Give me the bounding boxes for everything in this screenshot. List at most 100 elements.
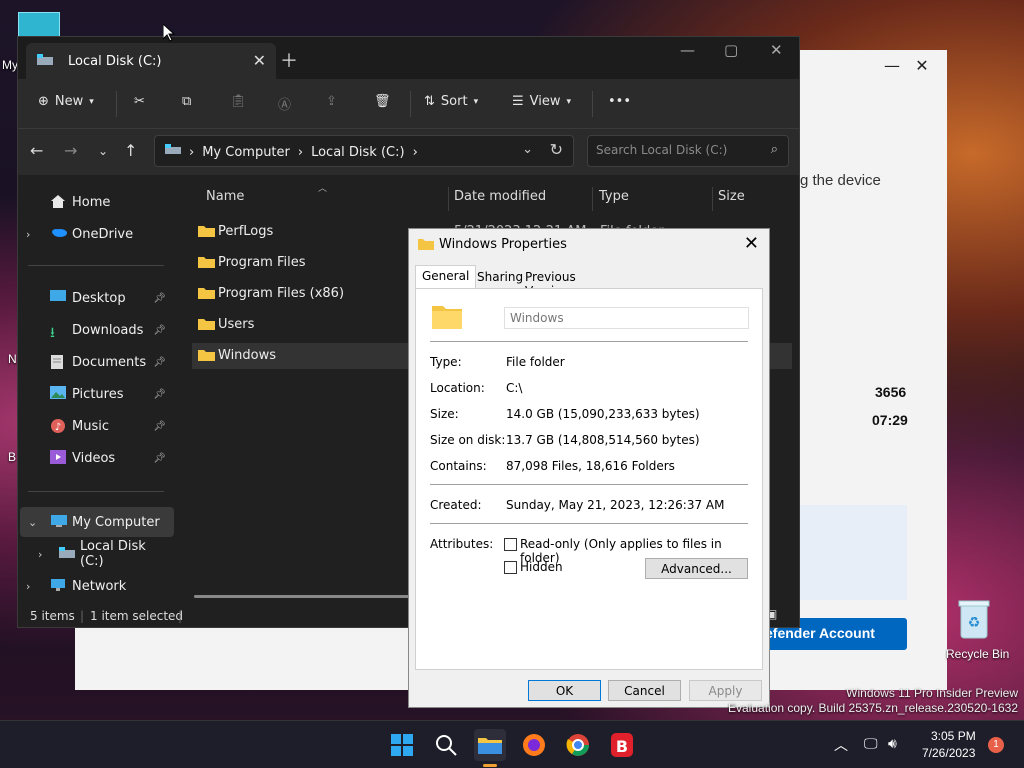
pin-icon[interactable]: 📌︎ — [153, 293, 166, 304]
breadcrumb-local-disk[interactable]: Local Disk (C:) — [311, 145, 404, 160]
document-icon — [50, 354, 68, 370]
notification-badge[interactable]: 1 — [988, 737, 1004, 753]
folder-icon — [198, 317, 215, 334]
apply-button[interactable]: Apply — [689, 680, 762, 701]
chevron-down-icon[interactable]: ⌄ — [28, 516, 37, 529]
chevron-right-icon[interactable]: › — [38, 548, 42, 561]
sidebar-item-network[interactable]: › Network — [18, 571, 172, 601]
clock-time[interactable]: 3:05 PM — [931, 729, 976, 743]
new-button[interactable]: ⊕ New ▾ — [38, 94, 94, 109]
bg-number-1: 3656 — [875, 384, 907, 400]
svg-text:♻: ♻ — [968, 615, 981, 631]
sidebar-item-downloads[interactable]: ⭳ Downloads 📌︎ — [18, 315, 172, 345]
close-tab-icon[interactable]: ✕ — [253, 51, 266, 70]
view-button[interactable]: ☰ View ▾ — [512, 94, 571, 109]
pin-icon[interactable]: 📌︎ — [153, 453, 166, 464]
share-icon[interactable]: ⇪ — [326, 94, 337, 109]
search-box[interactable]: ⌕ — [587, 135, 789, 167]
sidebar-item-home[interactable]: Home — [18, 187, 172, 217]
pin-icon[interactable]: 📌︎ — [153, 421, 166, 432]
rename-icon[interactable]: Ⓐ — [278, 94, 291, 113]
bg-device-text: g the device — [800, 172, 881, 189]
delete-icon[interactable]: 🗑︎ — [374, 94, 391, 109]
show-hidden-icons-icon[interactable]: ︿ — [834, 735, 848, 755]
folder-name-field[interactable] — [504, 307, 749, 329]
readonly-checkbox[interactable] — [504, 538, 517, 551]
mouse-cursor-icon — [162, 22, 176, 45]
advanced-button[interactable]: Advanced... — [645, 558, 748, 579]
horizontal-scrollbar[interactable] — [194, 595, 414, 598]
file-explorer-icon[interactable] — [474, 729, 506, 761]
volume-icon[interactable]: 🔊︎ — [888, 735, 897, 752]
breadcrumb-my-computer[interactable]: My Computer — [202, 145, 290, 160]
back-icon[interactable]: ← — [30, 141, 43, 160]
sidebar-item-local-disk[interactable]: › Local Disk (C:) — [18, 539, 172, 569]
close-window-icon[interactable]: ✕ — [770, 41, 783, 59]
more-options-button[interactable]: ••• — [608, 94, 631, 109]
sidebar-item-onedrive[interactable]: › OneDrive — [18, 219, 172, 249]
sidebar-item-videos[interactable]: Videos 📌︎ — [18, 443, 172, 473]
recycle-bin-label: Recycle Bin — [946, 647, 1010, 661]
hidden-checkbox[interactable] — [504, 561, 517, 574]
address-bar[interactable]: › My Computer › Local Disk (C:) › ⌄ ↻ — [154, 135, 574, 167]
clock-date[interactable]: 7/26/2023 — [922, 746, 975, 760]
chevron-right-icon[interactable]: › — [26, 580, 30, 593]
command-bar: ⊕ New ▾ ✂ ⧉ 📋︎ Ⓐ ⇪ 🗑︎ ⇅ Sort ▾ ☰ View ▾ … — [18, 79, 799, 129]
new-tab-icon[interactable]: ＋ — [280, 47, 298, 73]
chevron-down-icon: ▾ — [473, 96, 479, 107]
minimize-icon[interactable]: — — [680, 41, 695, 59]
paste-icon[interactable]: 📋︎ — [230, 94, 247, 109]
tab-general[interactable]: General — [415, 265, 477, 289]
close-icon[interactable]: ✕ — [744, 233, 759, 254]
close-icon[interactable]: ✕ — [907, 56, 937, 75]
chevron-right-icon[interactable]: › — [26, 228, 30, 241]
explorer-tab[interactable]: Local Disk (C:) ✕ — [26, 43, 276, 79]
sidebar-item-music[interactable]: ♪ Music 📌︎ — [18, 411, 172, 441]
pin-icon[interactable]: 📌︎ — [153, 389, 166, 400]
sidebar-item-pictures[interactable]: Pictures 📌︎ — [18, 379, 172, 409]
forward-icon[interactable]: → — [64, 141, 77, 160]
maximize-icon[interactable]: ▢ — [724, 41, 738, 59]
drive-icon — [36, 53, 54, 70]
search-icon[interactable] — [430, 729, 462, 761]
computer-icon — [165, 144, 181, 160]
recycle-bin-icon[interactable]: ♻ — [955, 598, 993, 640]
column-header-type[interactable]: Type — [599, 189, 629, 204]
up-icon[interactable]: ↑ — [124, 141, 137, 160]
status-selected-count: 1 item selected — [90, 609, 184, 623]
svg-text:♪: ♪ — [55, 422, 61, 433]
ok-button[interactable]: OK — [528, 680, 601, 701]
search-input[interactable] — [596, 143, 756, 157]
column-header-name[interactable]: Name — [206, 189, 244, 204]
folder-large-icon — [432, 303, 462, 332]
tab-title: Local Disk (C:) — [68, 54, 162, 69]
cancel-button[interactable]: Cancel — [608, 680, 681, 701]
start-icon[interactable] — [386, 729, 418, 761]
sidebar-item-my-computer[interactable]: ⌄ My Computer — [20, 507, 174, 537]
desktop-label-my: My — [2, 58, 18, 72]
view-icon: ☰ — [512, 94, 524, 109]
chrome-icon[interactable] — [562, 729, 594, 761]
pin-icon[interactable]: 📌︎ — [153, 357, 166, 368]
sidebar-item-documents[interactable]: Documents 📌︎ — [18, 347, 172, 377]
pin-icon[interactable]: 📌︎ — [153, 325, 166, 336]
desktop-label-b: B — [8, 450, 17, 464]
recent-locations-icon[interactable]: ⌄ — [98, 144, 108, 158]
firefox-icon[interactable] — [518, 729, 550, 761]
contains-value: 87,098 Files, 18,616 Folders — [506, 459, 675, 473]
refresh-icon[interactable]: ↻ — [550, 140, 563, 159]
bitdefender-icon[interactable]: B — [606, 729, 638, 761]
column-header-size[interactable]: Size — [718, 189, 745, 204]
location-value: C:\ — [506, 381, 523, 395]
column-header-date[interactable]: Date modified — [454, 189, 546, 204]
folder-icon — [198, 286, 215, 303]
cut-icon[interactable]: ✂ — [134, 94, 145, 109]
sort-button[interactable]: ⇅ Sort ▾ — [424, 94, 478, 109]
tab-previous-versions[interactable]: Previous Versions — [519, 267, 582, 298]
sidebar-item-desktop[interactable]: Desktop 📌︎ — [18, 283, 172, 313]
copy-icon[interactable]: ⧉ — [182, 94, 191, 109]
chevron-down-icon[interactable]: ⌄ — [522, 142, 533, 157]
network-icon — [50, 578, 68, 594]
network-icon[interactable]: 🖵︎ — [864, 735, 878, 752]
minimize-icon[interactable]: — — [877, 56, 907, 75]
